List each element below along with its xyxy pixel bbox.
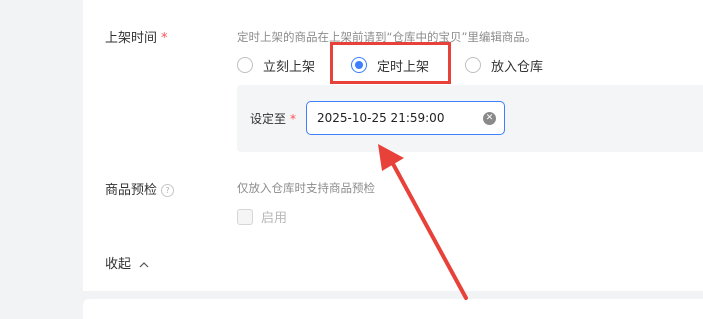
radio-dot[interactable] bbox=[237, 57, 253, 73]
required-mark: * bbox=[290, 112, 297, 126]
radio-dot[interactable] bbox=[465, 57, 481, 73]
radio-warehouse[interactable]: 放入仓库 bbox=[465, 55, 543, 75]
chevron-up-icon bbox=[139, 261, 149, 267]
radio-immediate[interactable]: 立刻上架 bbox=[237, 55, 315, 75]
schedule-panel: 设定至 * 2025-10-25 21:59:00 ✕ bbox=[237, 85, 703, 152]
question-icon[interactable]: ? bbox=[161, 184, 175, 197]
annotation-highlight-box bbox=[330, 42, 451, 84]
preinspect-checkbox[interactable]: 启用 bbox=[237, 207, 287, 226]
collapse-toggle[interactable]: 收起 bbox=[105, 253, 149, 272]
checkbox-box[interactable] bbox=[237, 208, 253, 225]
checkbox-label: 启用 bbox=[261, 211, 288, 226]
required-mark: * bbox=[161, 31, 168, 46]
radio-label: 放入仓库 bbox=[491, 59, 544, 75]
next-card bbox=[83, 299, 703, 319]
datetime-value: 2025-10-25 21:59:00 bbox=[317, 111, 445, 125]
preinspect-hint: 仅放入仓库时支持商品预检 bbox=[237, 181, 375, 195]
preinspect-label: 商品预检? bbox=[105, 179, 175, 198]
datetime-input[interactable]: 2025-10-25 21:59:00 ✕ bbox=[306, 101, 505, 135]
radio-label: 立刻上架 bbox=[263, 59, 316, 75]
shelf-time-label: 上架时间 * bbox=[105, 31, 168, 46]
clear-icon[interactable]: ✕ bbox=[483, 112, 496, 125]
schedule-label: 设定至 * bbox=[250, 112, 297, 126]
